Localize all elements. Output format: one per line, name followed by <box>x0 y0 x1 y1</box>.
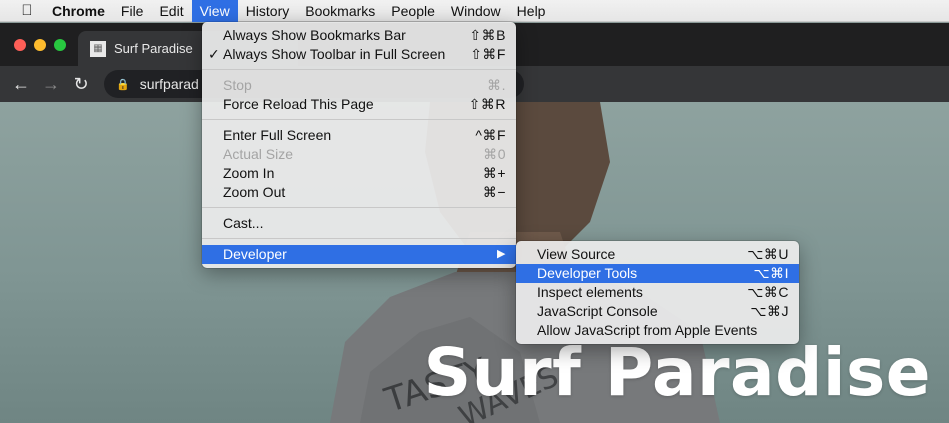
menu-item-label: JavaScript Console <box>537 303 658 319</box>
menu-item-shortcut: ⌥⌘I <box>753 265 789 281</box>
menu-separator <box>202 238 516 239</box>
menu-item-label: Inspect elements <box>537 284 643 300</box>
address-bar-url: surfparad <box>139 76 199 92</box>
apple-icon[interactable]:  <box>12 2 42 19</box>
menu-view[interactable]: View <box>191 0 238 22</box>
menu-history[interactable]: History <box>238 0 298 22</box>
menu-item-shortcut: ⇧⌘F <box>470 46 506 62</box>
menu-item-always-show-bookmarks-bar[interactable]: Always Show Bookmarks Bar ⇧⌘B <box>202 26 516 45</box>
menu-people[interactable]: People <box>383 0 443 22</box>
menu-item-always-show-toolbar[interactable]: ✓ Always Show Toolbar in Full Screen ⇧⌘F <box>202 45 516 64</box>
menu-edit[interactable]: Edit <box>151 0 191 22</box>
menu-item-label: Developer Tools <box>537 265 638 281</box>
lock-icon: 🔒 <box>116 78 130 91</box>
menu-item-shortcut: ⌥⌘J <box>750 303 789 319</box>
menu-item-view-source[interactable]: View Source ⌥⌘U <box>516 245 799 264</box>
menu-item-cast[interactable]: Cast... <box>202 214 516 233</box>
menu-item-label: Force Reload This Page <box>223 96 374 112</box>
menu-item-label: Zoom Out <box>223 184 286 200</box>
menu-item-shortcut: ^⌘F <box>475 127 506 143</box>
menu-item-label: View Source <box>537 246 616 262</box>
screen:  Chrome File Edit View History Bookmark… <box>0 0 949 423</box>
zoom-window-button[interactable] <box>54 39 66 51</box>
menu-item-shortcut: ⌥⌘C <box>747 284 789 300</box>
menu-item-shortcut: ⌘+ <box>482 165 506 181</box>
menu-window[interactable]: Window <box>443 0 509 22</box>
menu-file[interactable]: File <box>113 0 152 22</box>
close-window-button[interactable] <box>14 39 26 51</box>
menu-item-label: Always Show Bookmarks Bar <box>223 27 406 43</box>
menu-item-shortcut: ⇧⌘R <box>468 96 506 112</box>
forward-arrow-icon[interactable]: → <box>36 74 66 95</box>
site-favicon-icon: ▦ <box>90 40 106 57</box>
checkmark-icon: ✓ <box>208 46 220 62</box>
menu-item-developer[interactable]: Developer ▶ <box>202 245 516 264</box>
menu-item-label: Cast... <box>223 215 264 231</box>
tab-title: Surf Paradise <box>114 41 193 56</box>
menu-item-zoom-out[interactable]: Zoom Out ⌘− <box>202 183 516 202</box>
menu-item-javascript-console[interactable]: JavaScript Console ⌥⌘J <box>516 302 799 321</box>
menu-item-enter-full-screen[interactable]: Enter Full Screen ^⌘F <box>202 126 516 145</box>
menu-item-label: Allow JavaScript from Apple Events <box>537 322 758 338</box>
menu-item-zoom-in[interactable]: Zoom In ⌘+ <box>202 164 516 183</box>
menu-item-label: Developer <box>223 246 287 262</box>
menu-app-name[interactable]: Chrome <box>44 0 113 22</box>
menu-item-inspect-elements[interactable]: Inspect elements ⌥⌘C <box>516 283 799 302</box>
menu-item-label: Stop <box>223 77 252 93</box>
menu-item-shortcut: ⌥⌘U <box>747 246 789 262</box>
menu-item-label: Always Show Toolbar in Full Screen <box>223 46 446 62</box>
menu-item-label: Enter Full Screen <box>223 127 332 143</box>
menu-item-label: Zoom In <box>223 165 275 181</box>
menu-separator <box>202 119 516 120</box>
minimize-window-button[interactable] <box>34 39 46 51</box>
view-menu: Always Show Bookmarks Bar ⇧⌘B ✓ Always S… <box>202 22 516 268</box>
menu-item-force-reload[interactable]: Force Reload This Page ⇧⌘R <box>202 95 516 114</box>
menu-item-developer-tools[interactable]: Developer Tools ⌥⌘I <box>516 264 799 283</box>
menu-help[interactable]: Help <box>509 0 554 22</box>
hero-title: Surf Paradise <box>423 334 931 411</box>
menu-item-actual-size: Actual Size ⌘0 <box>202 145 516 164</box>
developer-submenu: View Source ⌥⌘U Developer Tools ⌥⌘I Insp… <box>516 241 799 344</box>
back-arrow-icon[interactable]: ← <box>6 74 36 95</box>
menu-item-allow-js-apple-events[interactable]: Allow JavaScript from Apple Events <box>516 321 799 340</box>
menu-item-shortcut: ⌘0 <box>483 146 506 162</box>
menu-item-stop: Stop ⌘. <box>202 76 516 95</box>
menu-separator <box>202 69 516 70</box>
reload-icon[interactable]: ↻ <box>66 74 96 95</box>
menu-separator <box>202 207 516 208</box>
menu-item-shortcut: ⇧⌘B <box>469 27 506 43</box>
submenu-arrow-icon: ▶ <box>497 248 506 260</box>
menu-bar:  Chrome File Edit View History Bookmark… <box>0 0 949 22</box>
menu-item-shortcut: ⌘. <box>487 77 506 93</box>
menu-bookmarks[interactable]: Bookmarks <box>297 0 383 22</box>
menu-item-label: Actual Size <box>223 146 294 162</box>
menu-item-shortcut: ⌘− <box>482 184 506 200</box>
